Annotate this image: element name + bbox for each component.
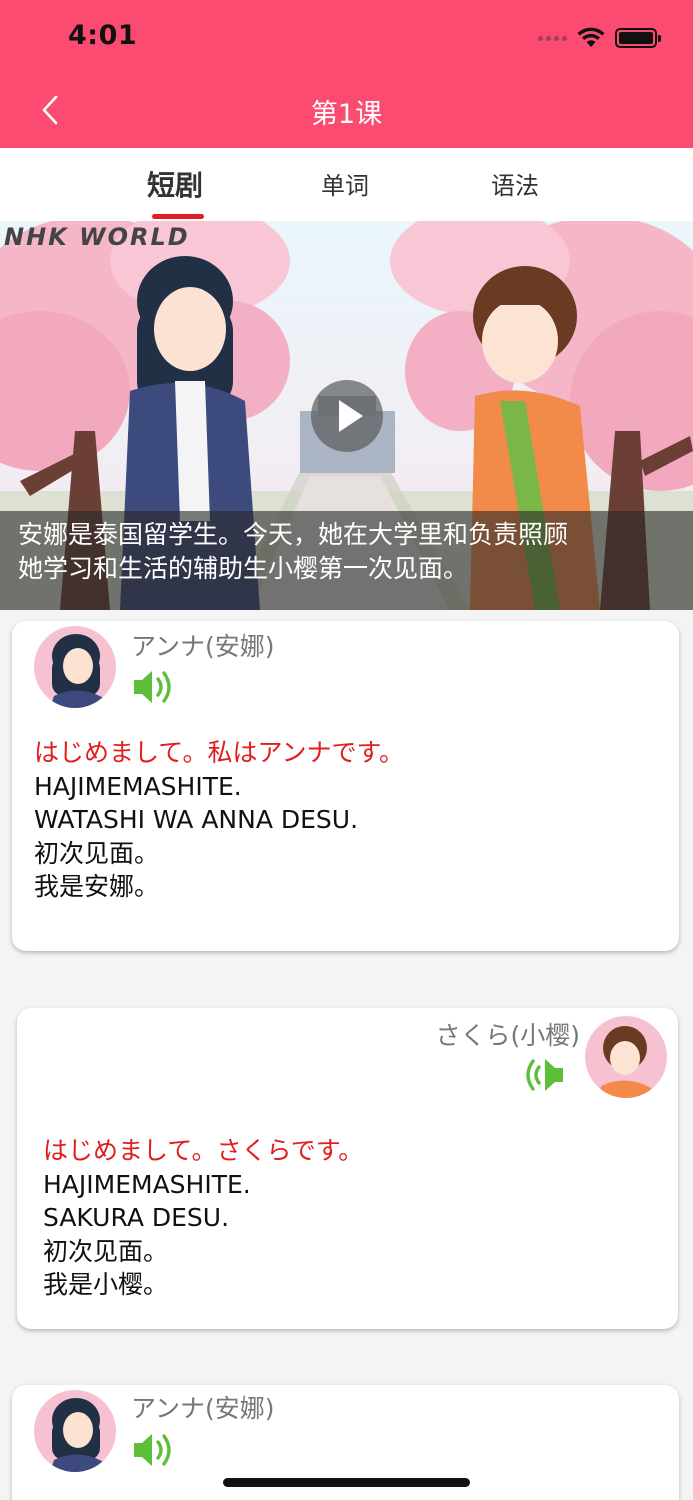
japanese-line: はじめまして。私はアンナです。 <box>34 738 405 767</box>
status-icons <box>538 24 661 52</box>
romaji-line: HAJIMEMASHITE. <box>34 771 242 801</box>
active-tab-indicator <box>152 214 204 219</box>
japanese-line: はじめまして。さくらです。 <box>43 1136 364 1165</box>
dialogue-text: はじめまして。さくらです。 HAJIMEMASHITE. SAKURA DESU… <box>43 1134 363 1302</box>
wifi-icon <box>577 27 605 47</box>
romaji-line: WATASHI WA ANNA DESU. <box>34 805 359 834</box>
signal-icon <box>538 35 567 41</box>
tab-drama[interactable]: 短剧 <box>147 164 203 204</box>
avatar-anna <box>34 1390 116 1472</box>
chinese-line: 初次见面。 <box>43 1236 169 1266</box>
chinese-line: 初次见面。 <box>34 838 160 868</box>
status-time: 4:01 <box>68 20 138 51</box>
video-player[interactable]: NHK WORLD 安娜是泰国留学生。今天，她在大学里和负责照顾 她学习和生活的… <box>0 221 693 610</box>
home-indicator <box>223 1478 470 1487</box>
lesson-screen: 4:01 第1课 短剧 单词 语法 NHK WORLD 安娜是泰国留学生。今天，… <box>0 0 693 1500</box>
speaker-icon[interactable] <box>131 667 175 707</box>
speaker-name: さくら(小樱) <box>435 1021 580 1050</box>
tab-grammar[interactable]: 语法 <box>491 166 539 201</box>
nhk-world-logo: NHK WORLD <box>4 223 190 251</box>
speaker-name: アンナ(安娜) <box>131 1394 275 1423</box>
dialogue-text: はじめまして。私はアンナです。 HAJIMEMASHITE. WATASHI W… <box>34 736 404 904</box>
tab-bar: 短剧 单词 语法 <box>0 148 693 221</box>
video-caption-line: 她学习和生活的辅助生小樱第一次见面。 <box>18 554 469 583</box>
dialogue-card: さくら(小樱) はじめまして。さくらです。 HAJIMEMASHITE. SAK… <box>17 1008 678 1329</box>
chinese-line: 我是小樱。 <box>43 1270 169 1299</box>
battery-icon <box>615 28 661 48</box>
avatar-sakura <box>585 1016 667 1098</box>
dialogue-card: アンナ(安娜) はじめまして。私はアンナです。 HAJIMEMASHITE. W… <box>12 621 679 951</box>
page-title: 第1课 <box>310 99 383 130</box>
speaker-name: アンナ(安娜) <box>131 632 275 661</box>
top-bar: 4:01 第1课 <box>0 0 693 148</box>
chinese-line: 我是安娜。 <box>34 872 160 901</box>
romaji-line: HAJIMEMASHITE. <box>43 1169 251 1199</box>
video-caption: 安娜是泰国留学生。今天，她在大学里和负责照顾 她学习和生活的辅助生小樱第一次见面… <box>0 511 693 610</box>
speaker-icon[interactable] <box>131 1430 175 1470</box>
speaker-icon[interactable] <box>522 1055 566 1095</box>
avatar-anna <box>34 626 116 708</box>
tab-vocabulary[interactable]: 单词 <box>321 166 369 201</box>
romaji-line: SAKURA DESU. <box>43 1203 230 1232</box>
play-button[interactable] <box>311 380 383 452</box>
video-caption-line: 安娜是泰国留学生。今天，她在大学里和负责照顾 <box>18 520 569 549</box>
